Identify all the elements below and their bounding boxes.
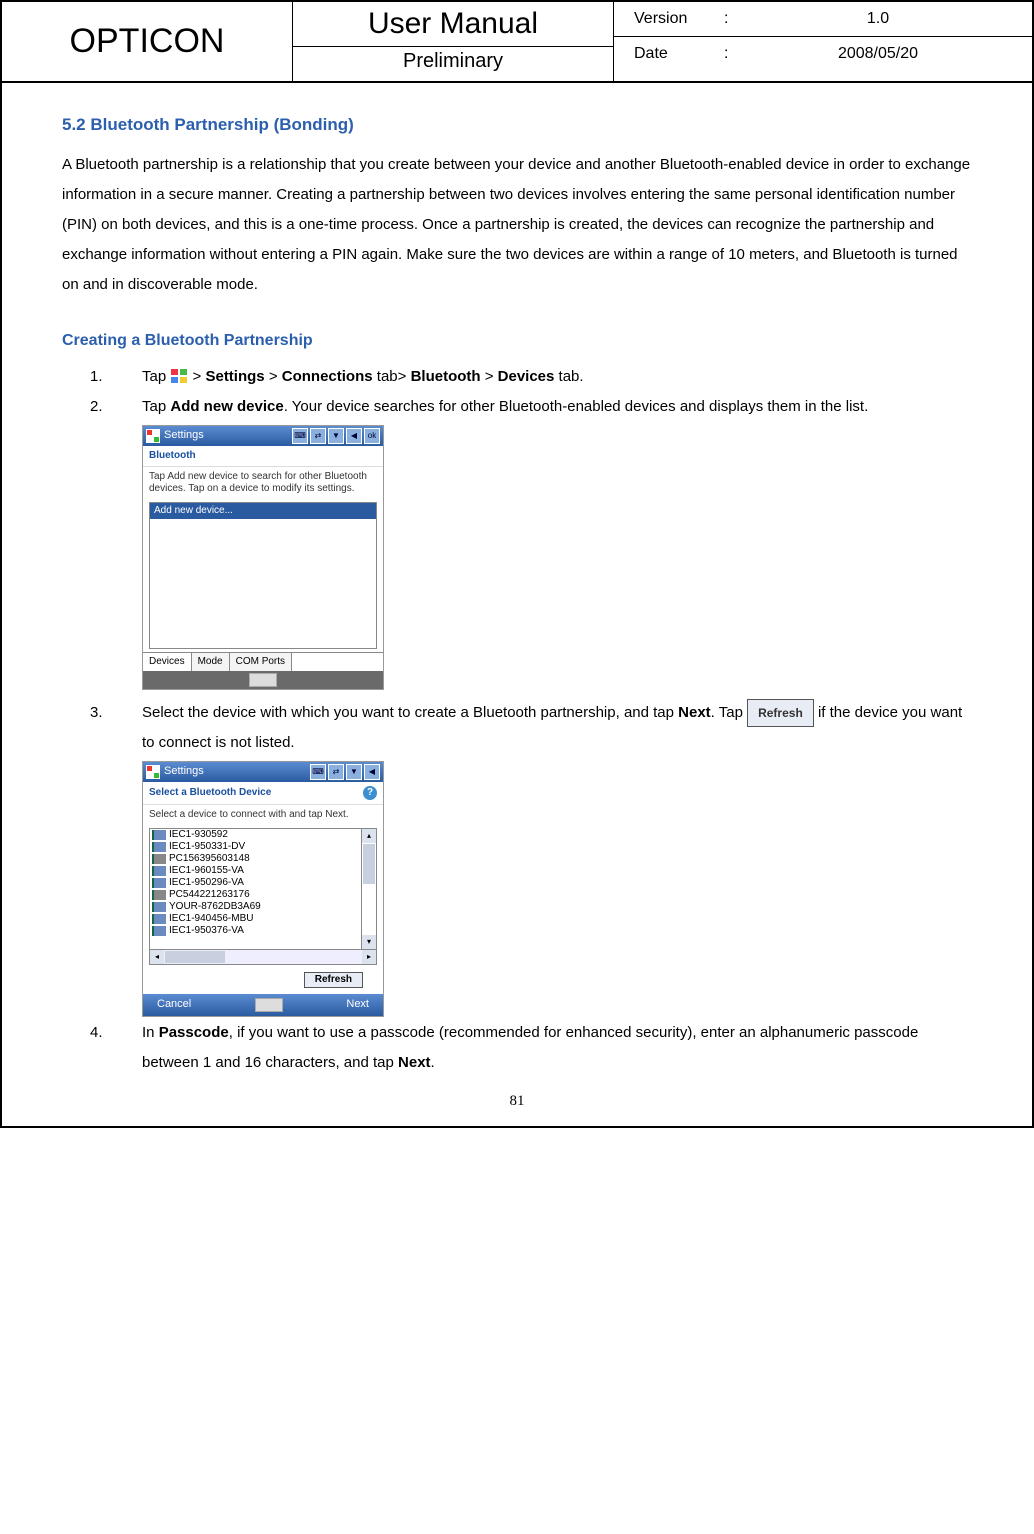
device-icon xyxy=(152,926,166,936)
device-icon xyxy=(152,866,166,876)
start-icon[interactable] xyxy=(146,429,160,443)
next-button[interactable]: Next xyxy=(332,998,383,1011)
device-icon xyxy=(152,878,166,888)
document-header: OPTICON User Manual Preliminary Version … xyxy=(2,2,1032,83)
list-item[interactable]: IEC1-940456-MBU xyxy=(150,913,361,925)
passcode-label: Passcode xyxy=(159,1024,229,1041)
soft-key-bar[interactable]: Cancel Next xyxy=(143,994,383,1016)
refresh-button[interactable]: Refresh xyxy=(747,699,814,727)
page-number: 81 xyxy=(62,1086,972,1116)
keyboard-icon[interactable] xyxy=(249,673,277,687)
connections-label: Connections xyxy=(282,368,373,385)
device-list[interactable]: Add new device... xyxy=(149,502,377,649)
step-number: 1. xyxy=(90,362,103,392)
scroll-right-icon[interactable]: ▸ xyxy=(362,950,376,964)
version-value: 1.0 xyxy=(744,10,1012,28)
input-icon[interactable]: ⌨ xyxy=(310,764,326,780)
section-heading: 5.2 Bluetooth Partnership (Bonding) xyxy=(62,108,972,142)
colon: : xyxy=(724,10,744,28)
scroll-down-icon[interactable]: ▾ xyxy=(362,935,376,949)
doc-title: User Manual xyxy=(293,2,613,47)
connection-icon[interactable]: ⇄ xyxy=(310,428,326,444)
help-text: Select a device to connect with and tap … xyxy=(143,805,383,825)
tab-com-ports[interactable]: COM Ports xyxy=(230,653,292,671)
title-bar[interactable]: Settings ⌨ ⇄ ▼ ◀ xyxy=(143,762,383,782)
device-icon xyxy=(152,830,166,840)
screenshot-select-device: Settings ⌨ ⇄ ▼ ◀ Select a Bluetooth Devi… xyxy=(142,761,384,1017)
panel-title: Select a Bluetooth Device ? xyxy=(143,782,383,805)
step-number: 3. xyxy=(90,698,103,728)
help-text: Tap Add new device to search for other B… xyxy=(143,467,383,499)
step-text: Tap xyxy=(142,368,170,385)
tab-devices[interactable]: Devices xyxy=(143,653,192,671)
date-value: 2008/05/20 xyxy=(744,45,1012,63)
devices-label: Devices xyxy=(498,368,555,385)
device-icon xyxy=(152,842,166,852)
keyboard-icon[interactable] xyxy=(255,998,283,1012)
device-list[interactable]: IEC1-930592 IEC1-950331-DV PC15639560314… xyxy=(149,828,377,965)
step-4: 4. In Passcode, if you want to use a pas… xyxy=(62,1018,972,1078)
pc-icon xyxy=(152,854,166,864)
brand-logo: OPTICON xyxy=(2,2,293,81)
list-item[interactable]: IEC1-950331-DV xyxy=(150,841,361,853)
device-icon xyxy=(152,914,166,924)
title-bar[interactable]: Settings ⌨ ⇄ ▼ ◀ ok xyxy=(143,426,383,446)
soft-key-bar[interactable] xyxy=(143,671,383,689)
list-item[interactable]: PC544221263176 xyxy=(150,889,361,901)
add-new-device-label: Add new device xyxy=(170,398,283,415)
vertical-scrollbar[interactable]: ▴ ▾ xyxy=(361,829,376,949)
horizontal-scrollbar[interactable]: ◂ ▸ xyxy=(150,949,376,964)
step-3: 3. Select the device with which you want… xyxy=(62,698,972,1018)
date-label: Date xyxy=(634,45,724,63)
next-label: Next xyxy=(398,1054,431,1071)
version-label: Version xyxy=(634,10,724,28)
connection-icon[interactable]: ⇄ xyxy=(328,764,344,780)
list-item[interactable]: IEC1-930592 xyxy=(150,829,361,841)
add-new-device-item[interactable]: Add new device... xyxy=(150,503,376,519)
signal-icon[interactable]: ▼ xyxy=(328,428,344,444)
step-1: 1. Tap > Settings > Connections tab> Blu… xyxy=(62,362,972,392)
window-title: Settings xyxy=(164,429,204,442)
list-item[interactable]: YOUR-8762DB3A69 xyxy=(150,901,361,913)
input-icon[interactable]: ⌨ xyxy=(292,428,308,444)
pc-icon xyxy=(152,890,166,900)
list-item[interactable]: IEC1-960155-VA xyxy=(150,865,361,877)
screenshot-bluetooth-settings: Settings ⌨ ⇄ ▼ ◀ ok Bluetooth Tap Add ne… xyxy=(142,425,384,690)
ok-button[interactable]: ok xyxy=(364,428,380,444)
doc-subtitle: Preliminary xyxy=(293,47,613,76)
scroll-thumb[interactable] xyxy=(363,844,375,884)
step-number: 4. xyxy=(90,1018,103,1048)
step-number: 2. xyxy=(90,392,103,422)
tab-mode[interactable]: Mode xyxy=(192,653,230,671)
scroll-left-icon[interactable]: ◂ xyxy=(150,950,164,964)
settings-label: Settings xyxy=(205,368,264,385)
bluetooth-label: Bluetooth xyxy=(411,368,481,385)
start-icon xyxy=(170,368,188,384)
scroll-thumb[interactable] xyxy=(165,951,225,963)
volume-icon[interactable]: ◀ xyxy=(364,764,380,780)
section-paragraph: A Bluetooth partnership is a relationshi… xyxy=(62,150,972,300)
window-title: Settings xyxy=(164,765,204,778)
cancel-button[interactable]: Cancel xyxy=(143,998,205,1011)
device-icon xyxy=(152,902,166,912)
list-item[interactable]: IEC1-950376-VA xyxy=(150,925,361,937)
volume-icon[interactable]: ◀ xyxy=(346,428,362,444)
subsection-heading: Creating a Bluetooth Partnership xyxy=(62,325,972,357)
list-item[interactable]: IEC1-950296-VA xyxy=(150,877,361,889)
colon: : xyxy=(724,45,744,63)
start-icon[interactable] xyxy=(146,765,160,779)
refresh-button[interactable]: Refresh xyxy=(304,972,363,988)
panel-title: Bluetooth xyxy=(143,446,383,467)
help-icon[interactable]: ? xyxy=(363,786,377,800)
list-item[interactable]: PC156395603148 xyxy=(150,853,361,865)
next-label: Next xyxy=(678,704,711,721)
signal-icon[interactable]: ▼ xyxy=(346,764,362,780)
scroll-up-icon[interactable]: ▴ xyxy=(362,829,376,843)
step-2: 2. Tap Add new device. Your device searc… xyxy=(62,392,972,698)
tab-bar[interactable]: Devices Mode COM Ports xyxy=(143,652,383,671)
